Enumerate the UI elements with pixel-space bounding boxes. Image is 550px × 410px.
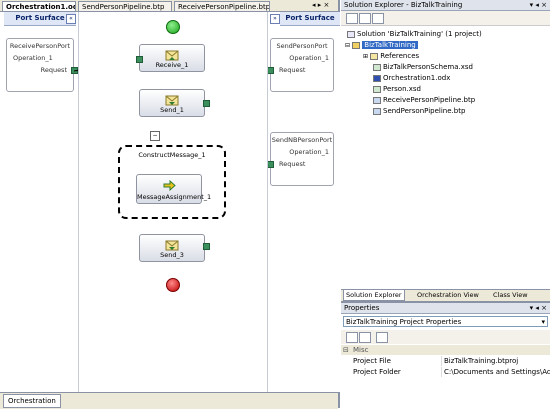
- send-shape-3[interactable]: Send_3: [139, 234, 205, 262]
- designer-bottom-bar: Orchestration: [0, 392, 338, 409]
- collapse-construct-icon[interactable]: −: [150, 131, 160, 141]
- close-icon[interactable]: ▾ ◂ ×: [530, 0, 547, 11]
- tree-item-receive-pipeline[interactable]: ReceivePersonPipeline.btp: [373, 95, 475, 105]
- project-icon: [352, 41, 361, 49]
- tree-item-orchestration[interactable]: Orchestration1.odx: [373, 73, 450, 83]
- alphabetical-icon[interactable]: [359, 332, 371, 343]
- chevron-down-icon[interactable]: ▾: [541, 317, 545, 328]
- folder-icon: [370, 52, 379, 60]
- shape-label: Send_3: [160, 251, 184, 259]
- property-value: BizTalkTraining.btproj: [441, 356, 550, 366]
- solution-explorer-toolbar: [341, 11, 550, 26]
- properties-icon[interactable]: [346, 13, 358, 24]
- property-row[interactable]: Project Folder C:\Documents and Settings…: [341, 367, 550, 377]
- pipeline-file-icon: [373, 107, 381, 115]
- schema-file-icon: [373, 85, 381, 93]
- refresh-icon[interactable]: [372, 13, 384, 24]
- properties-toolbar: [341, 330, 550, 344]
- property-name: Project Folder: [353, 368, 401, 376]
- receive-shape[interactable]: Receive_1: [139, 44, 205, 72]
- solution-explorer-title: Solution Explorer - BizTalkTraining ▾ ◂ …: [341, 0, 550, 11]
- shape-port-connector[interactable]: [203, 100, 210, 107]
- assignment-arrow-icon: [163, 180, 176, 191]
- send-envelope-icon: [165, 240, 179, 251]
- category-label: Misc: [353, 346, 369, 354]
- send-envelope-icon: [165, 95, 179, 106]
- tree-item-send-pipeline[interactable]: SendPersonPipeline.btp: [373, 106, 465, 116]
- message-assignment-shape[interactable]: MessageAssignment_1: [136, 174, 212, 204]
- orchestration-view-tab[interactable]: Orchestration: [3, 394, 61, 408]
- properties-title: Properties ▾ ◂ ×: [341, 303, 550, 314]
- tree-label: Person.xsd: [383, 85, 421, 93]
- tree-solution[interactable]: Solution 'BizTalkTraining' (1 project): [347, 29, 482, 39]
- expander-icon[interactable]: ⊞: [363, 53, 368, 60]
- orchestration-file-icon: [373, 74, 381, 82]
- tree-label: References: [380, 52, 420, 60]
- categorized-icon[interactable]: [346, 332, 358, 343]
- shape-port-connector[interactable]: [136, 56, 143, 63]
- pipeline-file-icon: [373, 96, 381, 104]
- object-selector-value: BizTalkTraining Project Properties: [346, 318, 462, 326]
- tree-label: BizTalkTraining: [362, 41, 418, 49]
- tree-label: Orchestration1.odx: [383, 74, 451, 82]
- start-shape[interactable]: [166, 20, 180, 34]
- send-shape-1[interactable]: Send_1: [139, 89, 205, 117]
- tab-class-view[interactable]: Class View: [491, 290, 530, 300]
- tab-orchestration-view[interactable]: Orchestration View: [415, 290, 481, 300]
- object-selector[interactable]: BizTalkTraining Project Properties ▾: [343, 316, 548, 327]
- shape-label: Send_1: [160, 106, 184, 114]
- tree-item-person-xsd[interactable]: Person.xsd: [373, 84, 421, 94]
- tree-item-schema[interactable]: BizTalkPersonSchema.xsd: [373, 62, 473, 72]
- properties-title-text: Properties: [344, 304, 380, 312]
- property-row[interactable]: Project File BizTalkTraining.btproj: [341, 356, 550, 366]
- explorer-bottom-tabs: Solution Explorer Orchestration View Cla…: [341, 289, 550, 301]
- expander-icon[interactable]: ⊟: [343, 345, 349, 355]
- property-category[interactable]: ⊟ Misc: [341, 345, 550, 355]
- property-pages-icon[interactable]: [376, 332, 388, 343]
- close-icon[interactable]: ▾ ◂ ×: [530, 303, 547, 314]
- tree-label: Solution 'BizTalkTraining' (1 project): [357, 30, 482, 38]
- expander-icon[interactable]: ⊟: [345, 42, 350, 49]
- properties-panel: Properties ▾ ◂ × BizTalkTraining Project…: [341, 301, 550, 410]
- stop-shape[interactable]: [166, 278, 180, 292]
- shape-port-connector[interactable]: [203, 243, 210, 250]
- receive-envelope-icon: [165, 50, 179, 61]
- tree-project[interactable]: ⊟ BizTalkTraining: [345, 40, 418, 50]
- tab-solution-explorer[interactable]: Solution Explorer: [343, 290, 405, 301]
- tree-label: SendPersonPipeline.btp: [383, 107, 466, 115]
- shape-label: Receive_1: [155, 61, 189, 69]
- solution-explorer-title-text: Solution Explorer - BizTalkTraining: [344, 1, 463, 9]
- property-name: Project File: [353, 357, 391, 365]
- orchestration-tab-label: Orchestration: [8, 397, 56, 405]
- property-value: C:\Documents and Settings\Admin: [441, 367, 550, 377]
- tree-item-references[interactable]: ⊞ References: [363, 51, 419, 61]
- schema-file-icon: [373, 63, 381, 71]
- solution-explorer: Solution Explorer - BizTalkTraining ▾ ◂ …: [341, 0, 550, 301]
- tree-label: BizTalkPersonSchema.xsd: [383, 63, 473, 71]
- tree-label: ReceivePersonPipeline.btp: [383, 96, 476, 104]
- orchestration-designer: Orchestration1.odx SendPersonPipeline.bt…: [0, 0, 340, 409]
- solution-icon: [347, 30, 355, 38]
- construct-label: ConstructMessage_1: [138, 151, 206, 159]
- shape-label: MessageAssignment_1: [137, 193, 212, 201]
- show-all-files-icon[interactable]: [359, 13, 371, 24]
